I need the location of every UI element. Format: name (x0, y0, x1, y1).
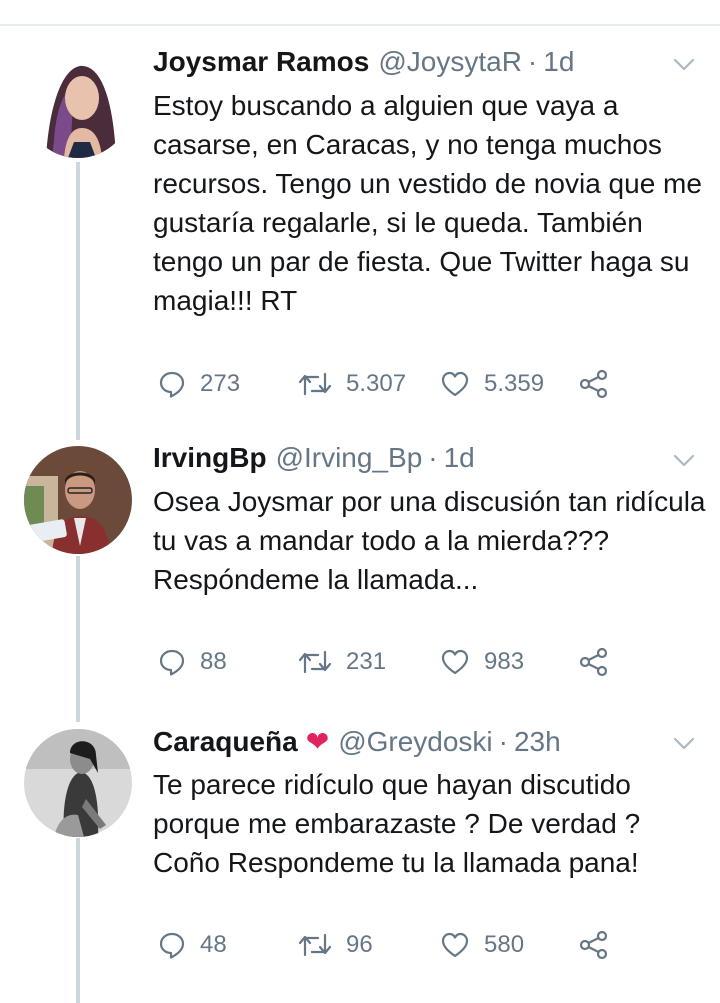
like-count: 983 (484, 648, 525, 675)
share-button[interactable] (578, 644, 610, 680)
like-icon (441, 649, 469, 675)
share-icon (579, 930, 608, 960)
reply-button[interactable]: 88 (158, 644, 227, 680)
reply-button[interactable]: 48 (158, 927, 227, 963)
reply-button[interactable]: 273 (158, 366, 240, 402)
heart-emoji-icon: ❤ (305, 726, 330, 757)
share-icon (579, 369, 608, 399)
like-icon (441, 371, 469, 397)
like-count: 580 (484, 931, 525, 958)
avatar[interactable] (24, 446, 132, 554)
separator: · (498, 726, 508, 757)
retweet-count: 5.307 (346, 370, 407, 397)
timestamp[interactable]: 1d (543, 46, 574, 78)
separator: · (527, 46, 538, 77)
retweet-button[interactable]: 5.307 (298, 366, 406, 402)
share-icon (579, 647, 608, 677)
timestamp[interactable]: 23h (514, 726, 561, 758)
retweet-count: 96 (346, 931, 373, 958)
username[interactable]: @Irving_Bp (276, 442, 423, 474)
reply-count: 273 (200, 370, 241, 397)
tweet-header: Caraqueña ❤ @Greydoski · 23h (153, 725, 561, 759)
top-divider (0, 24, 720, 26)
reply-count: 48 (200, 931, 227, 958)
reply-icon (159, 649, 185, 676)
display-name[interactable]: IrvingBp (153, 442, 267, 474)
share-button[interactable] (578, 366, 610, 402)
retweet-icon (298, 650, 332, 674)
tweet-header: Joysmar Ramos @JoysytaR · 1d (153, 46, 574, 80)
tweet-text: Te parece ridículo que hayan discutido p… (153, 769, 641, 878)
share-button[interactable] (578, 927, 610, 963)
retweet-button[interactable]: 96 (298, 927, 373, 963)
like-button[interactable]: 5.359 (440, 366, 544, 402)
avatar[interactable] (24, 729, 132, 837)
tweet-text: Estoy buscando a alguien que vaya a casa… (153, 90, 702, 316)
reply-count: 88 (200, 648, 227, 675)
like-icon (441, 932, 469, 958)
chevron-down-icon[interactable] (672, 735, 696, 751)
tweet-header: IrvingBp @Irving_Bp · 1d (153, 442, 475, 476)
reply-icon (159, 371, 185, 398)
retweet-icon (298, 933, 332, 957)
display-name[interactable]: Caraqueña (153, 726, 298, 758)
tweet[interactable]: Caraqueña ❤ @Greydoski · 23h Te parece r… (0, 725, 720, 975)
tweet-actions: 273 5.307 5.359 (153, 366, 673, 402)
retweet-icon (298, 372, 332, 396)
username[interactable]: @Greydoski (338, 726, 492, 758)
chevron-down-icon[interactable] (672, 452, 696, 468)
tweet-actions: 48 96 580 (153, 927, 673, 963)
separator: · (428, 442, 438, 473)
display-name[interactable]: Joysmar Ramos (153, 46, 369, 78)
timestamp[interactable]: 1d (444, 442, 475, 474)
tweet[interactable]: Joysmar Ramos @JoysytaR · 1d Estoy busca… (0, 46, 720, 406)
retweet-button[interactable]: 231 (298, 644, 386, 680)
like-button[interactable]: 983 (440, 644, 524, 680)
avatar[interactable] (24, 50, 132, 158)
tweet-text: Osea Joysmar por una discusión tan ridíc… (153, 486, 706, 595)
reply-icon (159, 932, 185, 959)
username[interactable]: @JoysytaR (378, 46, 522, 78)
like-count: 5.359 (484, 370, 545, 397)
retweet-count: 231 (346, 648, 387, 675)
tweet-actions: 88 231 983 (153, 644, 673, 680)
tweet[interactable]: IrvingBp @Irving_Bp · 1d Osea Joysmar po… (0, 442, 720, 692)
chevron-down-icon[interactable] (672, 56, 696, 72)
like-button[interactable]: 580 (440, 927, 524, 963)
